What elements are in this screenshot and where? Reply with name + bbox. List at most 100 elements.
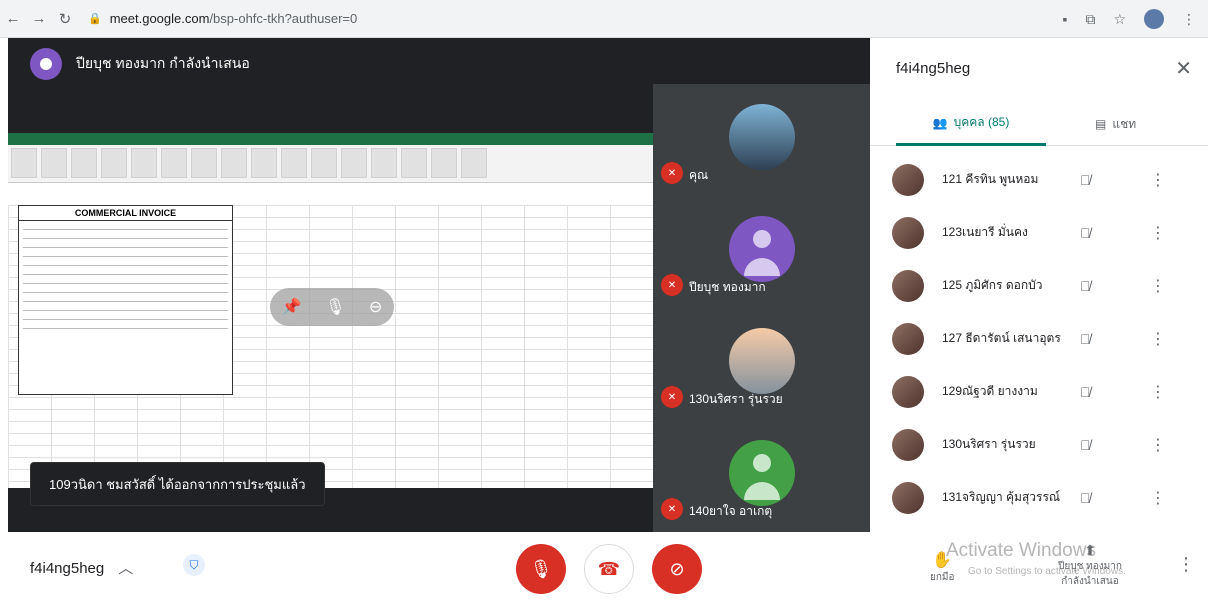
mic-off-icon[interactable]: 🎙̸: [1080, 225, 1091, 241]
tab-people[interactable]: 👥 บุคคล (85): [896, 102, 1046, 146]
people-icon: 👥: [932, 115, 948, 130]
url-path: /bsp-ohfc-tkh?authuser=0: [209, 11, 358, 26]
participant-name: 121 คีรทิน พูนหอม: [942, 172, 1039, 186]
list-item[interactable]: 127 ธีดารัตน์ เสนาอุตร 🎙̸ ⋮: [870, 312, 1208, 365]
presenter-banner: ปียบุช ทองมาก กำลังนำเสนอ: [30, 48, 250, 80]
tile-label: คุณ: [689, 168, 709, 182]
avatar: [729, 216, 795, 282]
avatar: [892, 481, 924, 514]
more-options-icon[interactable]: ⋮: [1150, 276, 1166, 296]
more-options-icon[interactable]: ⋮: [1150, 435, 1166, 455]
profile-avatar[interactable]: [1144, 9, 1164, 29]
presentation-controls: 📌 🎙 ⊖: [270, 288, 394, 326]
mic-off-icon: ✕: [661, 162, 683, 184]
leave-call-button[interactable]: ☎: [584, 544, 634, 594]
participant-name: 125 ภูมิศักร ดอกบัว: [942, 278, 1043, 292]
avatar: [892, 375, 924, 408]
panel-title: f4i4ng5heg: [896, 60, 971, 77]
activate-windows-subtext: Go to Settings to activate Windows.: [968, 566, 1126, 577]
participant-tile[interactable]: ✕ 130นริศรา รุ่นรวย: [653, 308, 870, 420]
forward-icon[interactable]: →: [26, 10, 52, 27]
chevron-up-icon: ︿: [118, 560, 134, 577]
tab-chat[interactable]: ▤ แชท: [1095, 102, 1136, 146]
list-item[interactable]: 121 คีรทิน พูนหอม 🎙̸ ⋮: [870, 153, 1208, 206]
excel-titlebar: [8, 133, 653, 145]
mic-off-icon[interactable]: 🎙̸: [1080, 331, 1091, 347]
more-options-icon[interactable]: ⋮: [1150, 488, 1166, 508]
mic-off-icon: ✕: [661, 498, 683, 520]
more-options-icon[interactable]: ⋮: [1150, 170, 1166, 190]
meeting-code: f4i4ng5heg: [30, 560, 105, 577]
avatar: [892, 163, 924, 196]
presenter-text: ปียบุช ทองมาก กำลังนำเสนอ: [76, 55, 250, 71]
participant-name: 131จริญญา คุ้มสุวรรณ์: [942, 490, 1061, 504]
camera-icon[interactable]: ▪: [1062, 11, 1067, 27]
list-item[interactable]: 129ณัฐวดี ยางงาม 🎙̸ ⋮: [870, 365, 1208, 418]
mic-off-icon[interactable]: 🎙̸: [1080, 278, 1091, 294]
excel-ribbon: [8, 145, 653, 183]
pin-icon[interactable]: 📌: [282, 297, 302, 317]
mic-off-icon[interactable]: 🎙̸: [1080, 384, 1091, 400]
avatar: [892, 216, 924, 249]
list-item[interactable]: 130นริศรา รุ่นรวย 🎙̸ ⋮: [870, 418, 1208, 471]
avatar: [729, 440, 795, 506]
star-icon[interactable]: ☆: [1113, 11, 1126, 28]
invoice-title: COMMERCIAL INVOICE: [19, 206, 232, 221]
menu-kebab-icon[interactable]: ⋮: [1182, 11, 1196, 28]
tile-label: 140ยาใจ อาเกตุ: [689, 504, 773, 518]
translate-icon[interactable]: ⧉: [1085, 11, 1095, 28]
panel-tabs: 👥 บุคคล (85) ▤ แชท: [870, 102, 1208, 146]
tile-label: ปียบุช ทองมาก: [689, 280, 766, 294]
participant-tile[interactable]: ✕ 140ยาใจ อาเกตุ: [653, 420, 870, 532]
hangup-icon: ☎: [597, 558, 621, 579]
list-item[interactable]: 125 ภูมิศักร ดอกบัว 🎙̸ ⋮: [870, 259, 1208, 312]
presenter-avatar: [30, 48, 62, 80]
participant-tile[interactable]: ✕ คุณ: [653, 84, 870, 196]
tab-chat-label: แชท: [1112, 116, 1137, 131]
participant-name: 123เนยารี มั่นคง: [942, 225, 1028, 239]
remove-icon[interactable]: ⊖: [369, 297, 382, 317]
participant-tiles: ✕ คุณ ✕ ปียบุช ทองมาก ✕ 130นริศรา รุ่นรว…: [653, 84, 870, 532]
reload-icon[interactable]: ↻: [52, 10, 78, 28]
avatar: [892, 428, 924, 461]
activate-windows-watermark: Activate Windows: [946, 540, 1096, 561]
participant-list: 121 คีรทิน พูนหอม 🎙̸ ⋮ 123เนยารี มั่นคง …: [870, 153, 1208, 524]
url-host: meet.google.com: [109, 11, 210, 26]
lock-icon: 🔒: [88, 13, 102, 25]
participant-tile[interactable]: ✕ ปียบุช ทองมาก: [653, 196, 870, 308]
address-bar[interactable]: 🔒 meet.google.com /bsp-ohfc-tkh?authuser…: [88, 11, 988, 26]
mic-off-icon[interactable]: 🎙̸: [1080, 490, 1091, 506]
leave-notification: 109วนิดา ชมสวัสดิ์ ได้ออกจากการประชุมแล้…: [30, 462, 325, 506]
camera-off-icon: ⊘: [669, 558, 685, 579]
close-icon[interactable]: ✕: [1175, 56, 1192, 81]
tile-label: 130นริศรา รุ่นรวย: [689, 392, 783, 406]
chat-icon: ▤: [1095, 117, 1107, 131]
more-options-icon[interactable]: ⋮: [1177, 554, 1195, 575]
mic-off-icon: ✕: [661, 274, 683, 296]
meeting-details-toggle[interactable]: f4i4ng5heg ︿: [30, 557, 133, 578]
mic-off-icon[interactable]: 🎙̸: [1080, 437, 1091, 453]
browser-toolbar: ← → ↻ 🔒 meet.google.com /bsp-ohfc-tkh?au…: [0, 0, 1208, 38]
avatar: [729, 328, 795, 394]
list-item[interactable]: 123เนยารี มั่นคง 🎙̸ ⋮: [870, 206, 1208, 259]
camera-toggle-button[interactable]: ⊘: [652, 544, 702, 594]
shield-icon[interactable]: ⛉: [183, 554, 205, 576]
more-options-icon[interactable]: ⋮: [1150, 382, 1166, 402]
invoice-document: COMMERCIAL INVOICE: [18, 205, 233, 395]
participant-name: 129ณัฐวดี ยางงาม: [942, 384, 1038, 398]
toast-text: 109วนิดา ชมสวัสดิ์ ได้ออกจากการประชุมแล้…: [49, 476, 306, 492]
mic-off-icon: ✕: [661, 386, 683, 408]
participant-name: 127 ธีดารัตน์ เสนาอุตร: [942, 331, 1061, 345]
more-options-icon[interactable]: ⋮: [1150, 223, 1166, 243]
list-item[interactable]: 131จริญญา คุ้มสุวรรณ์ 🎙̸ ⋮: [870, 471, 1208, 524]
participant-name: 130นริศรา รุ่นรวย: [942, 437, 1036, 451]
mic-off-icon[interactable]: 🎙: [325, 297, 345, 317]
tab-people-label: บุคคล (85): [953, 115, 1010, 129]
avatar: [892, 322, 924, 355]
back-icon[interactable]: ←: [0, 10, 26, 27]
mic-toggle-button[interactable]: 🎙: [516, 544, 566, 594]
avatar: [729, 104, 795, 170]
more-options-icon[interactable]: ⋮: [1150, 329, 1166, 349]
mic-off-icon[interactable]: 🎙̸: [1080, 172, 1091, 188]
mic-off-icon: 🎙: [529, 558, 553, 579]
